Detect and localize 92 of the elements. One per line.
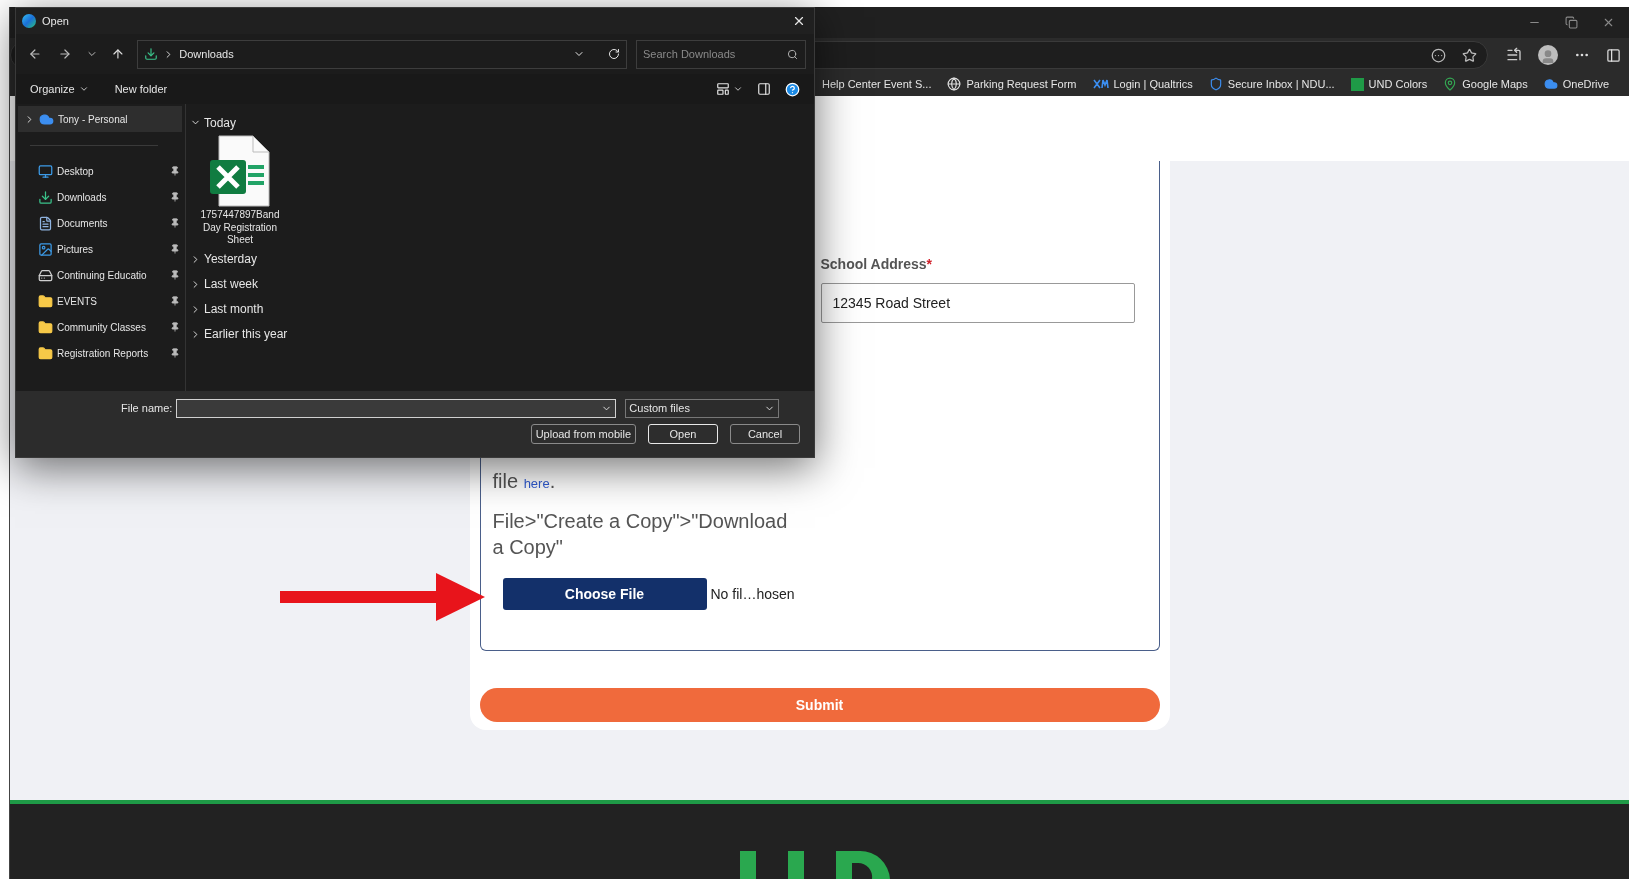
search-field[interactable]: Search Downloads: [636, 39, 806, 69]
bookmark[interactable]: Login | Qualtrics: [1092, 75, 1193, 93]
pin-icon: [170, 244, 180, 254]
desktop-icon: [38, 163, 53, 179]
globe-icon: [947, 77, 962, 91]
organize-button[interactable]: Organize: [30, 80, 89, 98]
dialog-button[interactable]: Open: [648, 424, 718, 444]
instruction-text: file here.: [492, 469, 557, 494]
logo-icon: [1350, 77, 1364, 91]
instruction-text: File>"Create a Copy">"Download a Copy": [492, 509, 789, 560]
bookmark[interactable]: Help Center Event S...: [822, 75, 932, 93]
bookmark[interactable]: OneDrive: [1543, 75, 1610, 93]
sidebar-item[interactable]: Community Classes: [18, 314, 182, 340]
path-text: Downloads: [179, 46, 234, 62]
favorites-icon[interactable]: [1506, 47, 1522, 63]
bookmark[interactable]: Secure Inbox | NDU...: [1208, 75, 1335, 93]
sidebar-label: Continuing Educatio: [57, 268, 148, 283]
choose-file-button[interactable]: Choose File: [502, 578, 707, 610]
document-icon: [38, 215, 53, 231]
cloud-icon: [39, 111, 54, 127]
download-icon: [38, 189, 53, 205]
sidebar-label: EVENTS: [57, 294, 98, 309]
file-name: 1757447897Band Day Registration Sheet: [199, 209, 281, 247]
bookmark[interactable]: Parking Request Form: [947, 75, 1077, 93]
sidebar-item[interactable]: Continuing Educatio: [18, 262, 182, 288]
pin-icon: [170, 270, 180, 280]
bookmark[interactable]: Google Maps: [1443, 75, 1528, 93]
caret-icon[interactable]: [733, 84, 743, 94]
pin-icon: [170, 296, 180, 306]
new-folder-button[interactable]: New folder: [114, 80, 168, 98]
sidebar-item[interactable]: Pictures: [18, 236, 182, 262]
group-header[interactable]: Last week: [190, 271, 814, 297]
pin-icon: [170, 192, 180, 202]
sidebar-label: Documents: [57, 216, 109, 231]
sidebar-item[interactable]: Desktop: [18, 158, 182, 184]
group-header[interactable]: Today: [190, 110, 814, 135]
folder-icon: [38, 319, 53, 335]
favorite-star-icon[interactable]: [1462, 47, 1477, 63]
picture-icon: [38, 241, 53, 257]
search-icon: [787, 48, 798, 60]
file-type-dropdown[interactable]: Custom files: [625, 399, 780, 418]
sidebar-label: Pictures: [57, 242, 95, 257]
field-label: School Address*: [820, 255, 933, 274]
pin-icon: [170, 166, 180, 176]
sidebar-item[interactable]: Tony - Personal: [18, 106, 182, 132]
address-field[interactable]: Downloads: [137, 39, 627, 69]
sidebar-icon[interactable]: [1606, 47, 1621, 63]
view-icon[interactable]: [716, 82, 730, 96]
dialog-title: Open: [42, 13, 69, 29]
dialog-button[interactable]: Upload from mobile: [530, 424, 636, 444]
pin-icon: [170, 322, 180, 332]
profile-avatar[interactable]: [1538, 45, 1558, 65]
sidebar-label: Tony - Personal: [58, 112, 129, 127]
caret-icon: [78, 84, 89, 94]
file-item[interactable]: 1757447897Band Day Registration Sheet: [198, 135, 282, 247]
bookmark[interactable]: UND Colors: [1350, 75, 1428, 93]
sidebar-label: Downloads: [57, 190, 108, 205]
cloud-icon: [1543, 77, 1558, 91]
address-input[interactable]: 12345 Road Street: [820, 283, 1135, 323]
pin-icon: [170, 348, 180, 358]
logo-icon: [1092, 79, 1109, 89]
shield-icon: [1208, 77, 1223, 91]
sidebar-item[interactable]: EVENTS: [18, 288, 182, 314]
link[interactable]: here: [523, 476, 550, 491]
folder-icon: [38, 345, 53, 361]
download-icon: [144, 47, 159, 61]
map-pin-icon: [1443, 77, 1458, 91]
browser-logo-icon: [22, 14, 36, 28]
sidebar-item[interactable]: Documents: [18, 210, 182, 236]
sidebar-item[interactable]: Downloads: [18, 184, 182, 210]
dialog-button[interactable]: Cancel: [730, 424, 800, 444]
forward-arrow-icon[interactable]: [57, 47, 72, 61]
restore-icon[interactable]: [1565, 16, 1578, 29]
file-status-text: No fil…hosen: [710, 584, 795, 604]
sidebar-label: Registration Reports: [57, 346, 150, 361]
preview-pane-icon[interactable]: [757, 82, 771, 96]
sidebar-item[interactable]: Registration Reports: [18, 340, 182, 366]
pin-icon: [170, 218, 180, 228]
sidebar-label: Community Classes: [57, 320, 147, 335]
file-name-label: File name:: [121, 401, 173, 417]
refresh-icon[interactable]: [608, 48, 620, 60]
spreadsheet-file-icon: [209, 135, 271, 207]
folder-icon: [38, 293, 53, 309]
sidebar-label: Desktop: [57, 164, 95, 179]
close-icon[interactable]: [792, 14, 806, 28]
more-icon[interactable]: [1431, 47, 1446, 63]
group-header[interactable]: Last month: [190, 296, 814, 322]
group-header[interactable]: Yesterday: [190, 246, 814, 272]
group-header[interactable]: Earlier this year: [190, 321, 814, 347]
drive-icon: [38, 267, 53, 283]
file-name-field[interactable]: [176, 399, 617, 418]
help-icon[interactable]: [785, 81, 800, 97]
